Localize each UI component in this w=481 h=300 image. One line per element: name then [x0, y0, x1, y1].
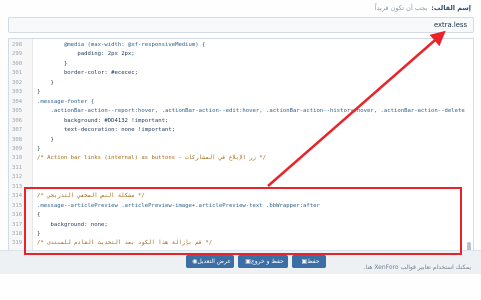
code-line[interactable]: 301 border-color: #ececec; [9, 69, 469, 78]
template-name-label-row: إسم القالب: يجب أن تكون فريداً [375, 4, 471, 12]
code-line[interactable]: 298 @media (max-width: @xf-responsiveMed… [9, 41, 469, 50]
code-text: } [37, 79, 54, 86]
line-number: 302 [12, 79, 23, 86]
line-number: 307 [12, 127, 23, 134]
code-line[interactable]: 302 } [9, 79, 469, 88]
line-number: 311 [12, 164, 23, 171]
line-number: 312 [12, 174, 23, 181]
code-line[interactable]: 309} [9, 145, 469, 154]
save-label: حفظ [307, 258, 320, 265]
code-line[interactable]: 305 .actionBar-action--report:hover, .ac… [9, 107, 469, 116]
line-number: 309 [12, 145, 23, 152]
view-changes-label: عرض التعديل [197, 258, 231, 265]
code-line[interactable]: 304 .message-footer { [9, 98, 469, 107]
code-line[interactable]: 311 [9, 164, 469, 173]
code-line[interactable]: 307 text-decoration: none !important; [9, 126, 469, 135]
line-number: 304 [12, 98, 23, 105]
code-line[interactable]: 306 background: #DD4132 !important; [9, 117, 469, 126]
save-exit-button[interactable]: ▣حفظ و خروج [238, 255, 288, 268]
view-changes-button[interactable]: ◉عرض التعديل [186, 255, 234, 268]
highlight-box [24, 187, 462, 255]
template-edit-panel: إسم القالب: يجب أن تكون فريداً 298 @medi… [0, 0, 481, 300]
code-line[interactable]: 300 } [9, 60, 469, 69]
template-name-input[interactable] [8, 17, 474, 33]
line-number: 298 [12, 42, 23, 48]
editor-scrollbar[interactable] [466, 40, 472, 258]
code-text: border-color: #ececec; [37, 70, 139, 77]
save-button[interactable]: ▣حفظ [292, 255, 326, 268]
line-number: 305 [12, 108, 23, 115]
code-text: } [37, 136, 54, 143]
code-text: .actionBar-action--report:hover, .action… [37, 108, 465, 115]
code-line[interactable]: 310 /* Action bar links (internal) as but… [9, 154, 469, 163]
code-text: @media (max-width: @xf-responsiveMedium)… [37, 42, 206, 48]
line-number: 308 [12, 136, 23, 143]
code-text: } [37, 60, 68, 67]
line-number: 310 [12, 155, 23, 162]
code-line[interactable]: 303} [9, 88, 469, 97]
code-text: padding: 2px 2px; [37, 51, 135, 58]
line-number: 303 [12, 89, 23, 96]
line-number: 306 [12, 117, 23, 124]
code-line[interactable]: 299 padding: 2px 2px; [9, 50, 469, 59]
save-exit-label: حفظ و خروج [250, 258, 284, 265]
line-number: 299 [12, 51, 23, 58]
template-name-label: إسم القالب: [431, 4, 471, 12]
help-text: يمكنك استخدام تعابير قوالب XenForo هنا. [363, 264, 471, 271]
template-name-hint: يجب أن تكون فريداً [374, 4, 428, 12]
code-line[interactable]: 312 [9, 173, 469, 182]
code-text: background: #DD4132 !important; [37, 117, 169, 124]
code-line[interactable]: 308 } [9, 136, 469, 145]
line-number: 300 [12, 60, 23, 67]
code-text: /* Action bar links (internal) as button… [37, 155, 267, 162]
code-text: .message-footer { [37, 98, 95, 105]
code-text: } [37, 145, 41, 152]
code-text: } [37, 89, 41, 96]
code-text: text-decoration: none !important; [37, 127, 176, 134]
line-number: 301 [12, 70, 23, 77]
